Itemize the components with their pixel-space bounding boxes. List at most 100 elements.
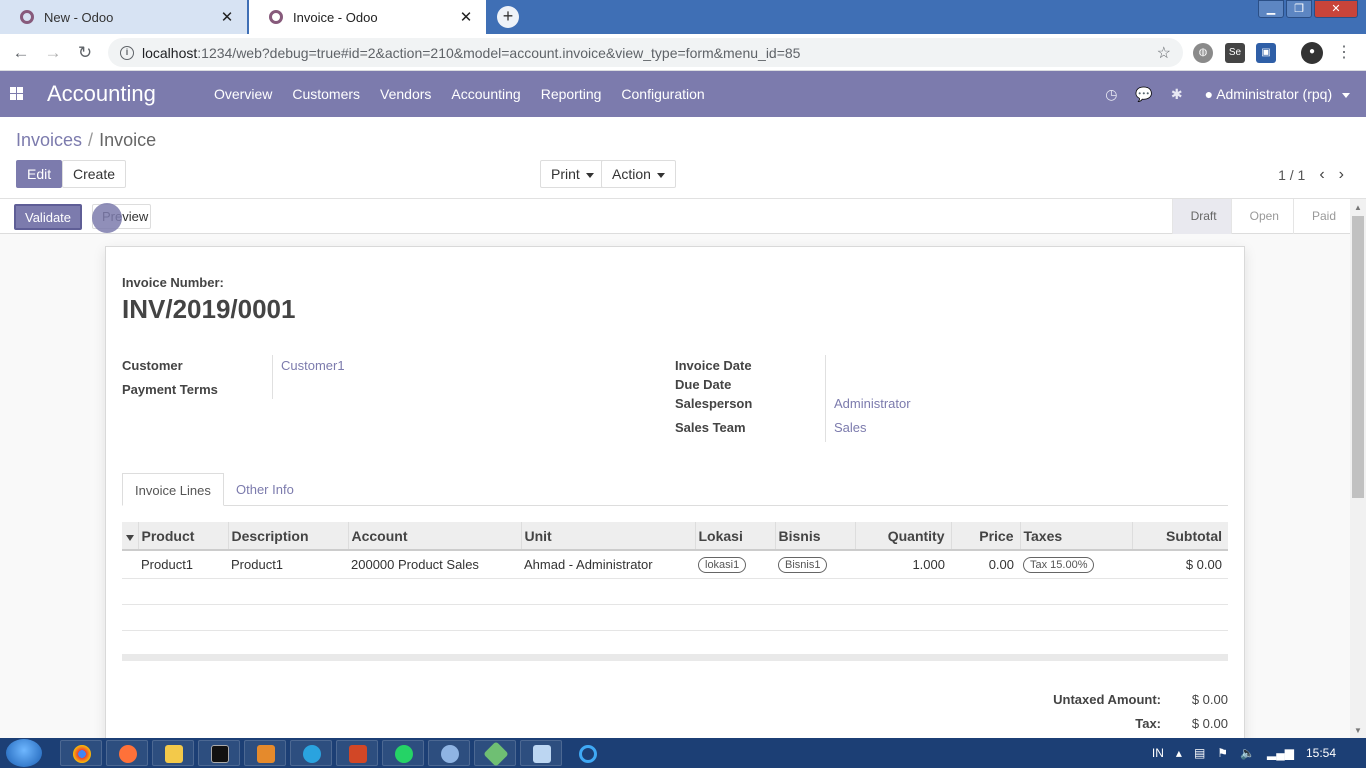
column-header[interactable]: Account <box>348 522 522 551</box>
new-tab-button[interactable]: + <box>497 6 519 28</box>
language-indicator[interactable]: IN <box>1152 746 1164 760</box>
column-header[interactable]: Quantity <box>855 522 952 551</box>
profile-avatar-icon[interactable]: ● <box>1301 42 1323 64</box>
start-button[interactable] <box>6 739 42 767</box>
salesperson-link[interactable]: Administrator <box>834 396 911 411</box>
browser-tab[interactable]: New - Odoo ✕ <box>0 0 247 34</box>
selenium-extension-icon[interactable]: Se <box>1225 43 1245 63</box>
user-icon: ● <box>1204 86 1214 102</box>
chrome-taskbar-icon[interactable] <box>60 740 102 766</box>
table-row[interactable]: Product1 Product1 200000 Product Sales A… <box>122 550 1228 579</box>
menu-configuration[interactable]: Configuration <box>611 71 714 117</box>
user-name: Administrator (rpq) <box>1216 86 1333 102</box>
column-header[interactable]: Subtotal <box>1132 522 1228 551</box>
explorer-taskbar-icon[interactable] <box>152 740 194 766</box>
row-selector-header[interactable] <box>122 522 139 551</box>
previous-record-icon[interactable]: ‹ <box>1319 166 1324 184</box>
info-icon[interactable]: i <box>120 45 134 60</box>
address-bar[interactable]: i localhost:1234/web?debug=true#id=2&act… <box>108 38 1183 67</box>
sales-team-link[interactable]: Sales <box>834 420 867 435</box>
cmd-taskbar-icon[interactable] <box>198 740 240 766</box>
due-date-label: Due Date <box>675 377 732 392</box>
globe-extension-icon[interactable]: ◍ <box>1193 43 1213 63</box>
user-menu[interactable]: ● Administrator (rpq) <box>1205 86 1350 102</box>
column-header[interactable]: Description <box>228 522 349 551</box>
cell-quantity: 1.000 <box>855 550 951 579</box>
browser-menu-icon[interactable]: ⋮ <box>1334 43 1354 63</box>
chevron-down-icon <box>1342 92 1350 98</box>
column-header[interactable]: Unit <box>521 522 696 551</box>
cell-bisnis: Bisnis1 <box>775 550 855 579</box>
column-header[interactable]: Lokasi <box>695 522 776 551</box>
menu-vendors[interactable]: Vendors <box>370 71 441 117</box>
next-record-icon[interactable]: › <box>1339 166 1344 184</box>
close-tab-icon[interactable]: ✕ <box>219 8 235 26</box>
edit-button[interactable]: Edit <box>16 160 63 188</box>
reload-icon[interactable]: ↻ <box>74 42 96 64</box>
whatsapp-taskbar-icon[interactable] <box>382 740 424 766</box>
flag-icon[interactable]: ⚑ <box>1217 746 1228 760</box>
breadcrumb-current: Invoice <box>99 130 157 150</box>
column-header[interactable]: Taxes <box>1020 522 1133 551</box>
menu-customers[interactable]: Customers <box>282 71 370 117</box>
back-icon[interactable]: ← <box>10 42 32 64</box>
tab-other-info[interactable]: Other Info <box>224 473 306 506</box>
cell-subtotal: $ 0.00 <box>1132 550 1228 579</box>
empty-row <box>122 578 1228 605</box>
close-tab-icon[interactable]: ✕ <box>458 8 474 26</box>
empty-row <box>122 630 1228 657</box>
odoo-main-navbar: Accounting Overview Customers Vendors Ac… <box>0 71 1366 117</box>
validate-button[interactable]: Validate <box>14 204 83 230</box>
discuss-chat-icon[interactable]: 💬 <box>1135 86 1152 103</box>
page-scrollbar[interactable]: ▲ ▼ <box>1350 199 1366 738</box>
scroll-up-icon[interactable]: ▲ <box>1354 203 1362 212</box>
menu-reporting[interactable]: Reporting <box>531 71 612 117</box>
ie-taskbar-icon[interactable] <box>566 740 608 766</box>
untaxed-amount-value: $ 0.00 <box>1191 692 1228 707</box>
minimize-button[interactable]: ▁ <box>1258 0 1284 18</box>
scroll-down-icon[interactable]: ▼ <box>1354 726 1362 735</box>
forward-icon[interactable]: → <box>42 42 64 64</box>
app-taskbar-icon[interactable] <box>428 740 470 766</box>
signal-icon[interactable]: ▂▄▆ <box>1267 746 1294 760</box>
menu-accounting[interactable]: Accounting <box>441 71 530 117</box>
debug-bug-icon[interactable]: ✱ <box>1171 86 1183 103</box>
close-window-button[interactable]: ✕ <box>1314 0 1358 18</box>
powerpoint-taskbar-icon[interactable] <box>336 740 378 766</box>
extension-icon[interactable]: ▣ <box>1256 43 1276 63</box>
row-handle <box>122 550 138 579</box>
list-footer <box>122 654 1228 661</box>
breadcrumb-invoices[interactable]: Invoices <box>16 130 82 150</box>
column-header[interactable]: Bisnis <box>775 522 856 551</box>
print-dropdown[interactable]: Print <box>540 160 605 188</box>
pager-value[interactable]: 1 / 1 <box>1278 167 1305 183</box>
network-icon[interactable]: ▤ <box>1194 746 1205 760</box>
apps-grid-icon[interactable] <box>10 87 23 100</box>
clock[interactable]: 15:54 <box>1306 746 1336 760</box>
telegram-taskbar-icon[interactable] <box>290 740 332 766</box>
volume-icon[interactable]: 🔈 <box>1240 746 1255 760</box>
invoice-date-label: Invoice Date <box>675 358 752 373</box>
browser-tab-active[interactable]: Invoice - Odoo ✕ <box>249 0 486 34</box>
bookmark-star-icon[interactable]: ☆ <box>1157 43 1171 63</box>
browser-tab-title: New - Odoo <box>44 9 114 25</box>
maximize-button[interactable]: ❐ <box>1286 0 1312 18</box>
column-header[interactable]: Product <box>138 522 229 551</box>
app-title: Accounting <box>47 81 156 106</box>
firefox-taskbar-icon[interactable] <box>106 740 148 766</box>
notepad-taskbar-icon[interactable] <box>520 740 562 766</box>
customer-link[interactable]: Customer1 <box>281 358 345 373</box>
invoice-number: INV/2019/0001 <box>122 294 296 324</box>
app-taskbar-icon[interactable] <box>474 740 516 767</box>
sublime-taskbar-icon[interactable] <box>244 740 286 766</box>
action-dropdown[interactable]: Action <box>601 160 676 188</box>
stage-open: Open <box>1230 199 1293 234</box>
print-label: Print <box>551 166 580 182</box>
menu-overview[interactable]: Overview <box>204 71 282 117</box>
column-header[interactable]: Price <box>951 522 1021 551</box>
create-button[interactable]: Create <box>62 160 127 188</box>
scrollbar-thumb[interactable] <box>1352 216 1364 498</box>
tab-invoice-lines[interactable]: Invoice Lines <box>122 473 224 506</box>
show-hidden-icons-icon[interactable]: ▴ <box>1176 746 1182 760</box>
activity-clock-icon[interactable]: ◷ <box>1105 86 1117 103</box>
